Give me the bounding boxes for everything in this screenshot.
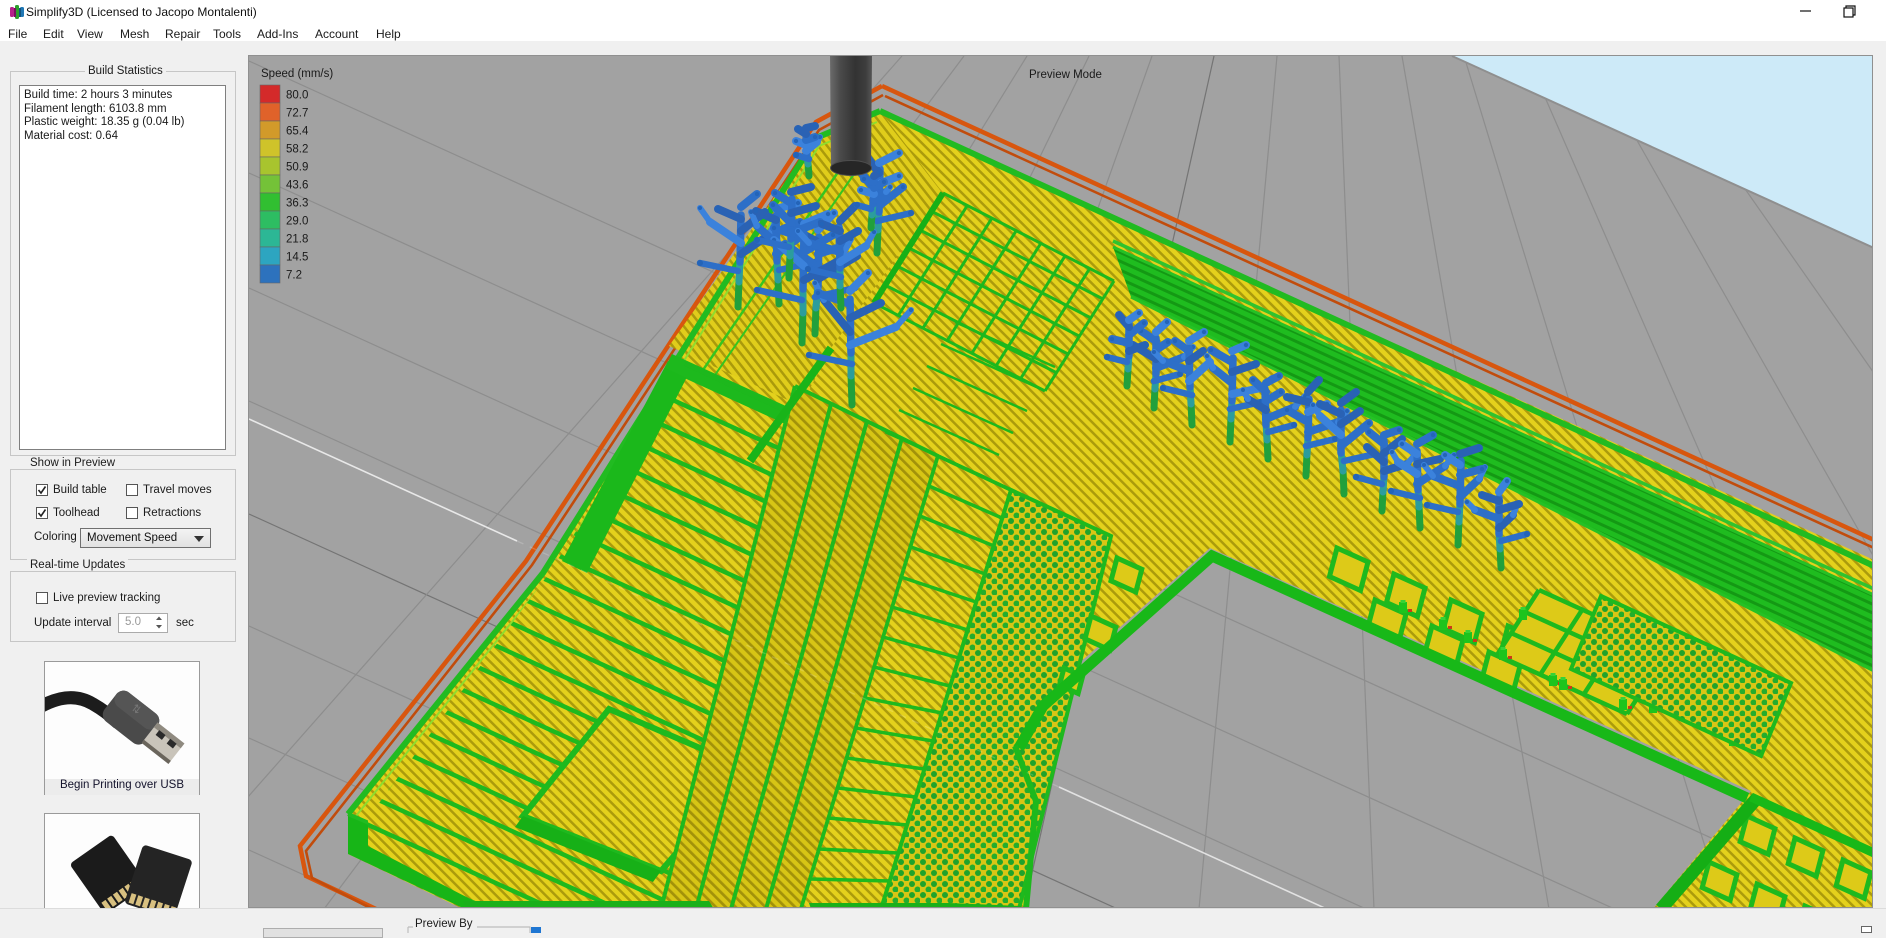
svg-text:65.4: 65.4 bbox=[286, 126, 309, 138]
svg-text:36.3: 36.3 bbox=[286, 198, 308, 210]
svg-text:80.0: 80.0 bbox=[286, 90, 308, 102]
svg-text:58.2: 58.2 bbox=[286, 144, 308, 156]
svg-text:43.6: 43.6 bbox=[286, 180, 308, 192]
svg-text:7.2: 7.2 bbox=[286, 270, 302, 282]
svg-text:Speed (mm/s): Speed (mm/s) bbox=[261, 68, 333, 80]
svg-text:72.7: 72.7 bbox=[286, 108, 308, 120]
svg-text:14.5: 14.5 bbox=[286, 252, 308, 264]
svg-text:29.0: 29.0 bbox=[286, 216, 308, 228]
svg-text:50.9: 50.9 bbox=[286, 162, 308, 174]
svg-text:Preview Mode: Preview Mode bbox=[1029, 69, 1102, 81]
svg-text:21.8: 21.8 bbox=[286, 234, 308, 246]
